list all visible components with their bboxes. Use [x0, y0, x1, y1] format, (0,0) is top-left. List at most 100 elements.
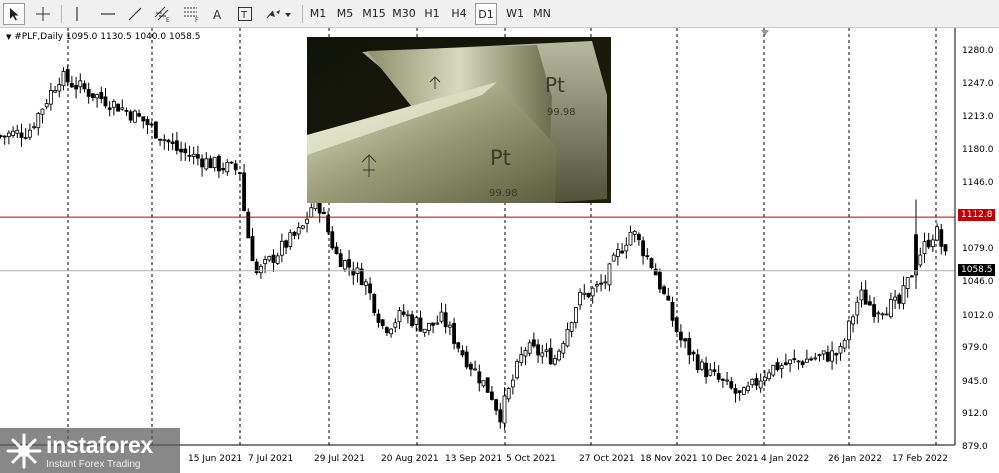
candle-body — [90, 93, 95, 98]
candle-body — [901, 285, 906, 305]
equidistant-channel-icon[interactable]: E — [151, 3, 175, 25]
candle-body — [712, 369, 717, 373]
candle-body — [477, 371, 482, 384]
price-tick-label: 1280.0 — [962, 46, 994, 56]
candle-body — [804, 358, 809, 363]
horizontal-line-icon[interactable] — [97, 3, 119, 25]
platinum-bars-image: Pt 99.98 Pt 99.98 — [307, 37, 611, 203]
crosshair-icon[interactable] — [32, 3, 54, 25]
candle-body — [275, 255, 280, 264]
candle-body — [884, 313, 889, 316]
candle-body — [489, 391, 494, 400]
timeframe-m30-button[interactable]: M30 — [390, 3, 418, 25]
timeframe-h1-button[interactable]: H1 — [420, 3, 444, 25]
date-tick-label: 20 Aug 2021 — [381, 454, 439, 464]
candle-body — [200, 158, 204, 168]
price-tick-label: 879.0 — [962, 442, 988, 452]
candle-body — [305, 218, 309, 224]
candle-body — [506, 388, 511, 400]
candle-body — [229, 161, 234, 164]
candle-body — [250, 236, 255, 262]
candle-body — [557, 350, 561, 361]
candle-body — [695, 354, 700, 371]
candle-body — [788, 359, 792, 364]
candle-body — [699, 361, 704, 370]
candle-body — [607, 263, 612, 286]
candle-body — [666, 295, 671, 301]
candle-body — [561, 343, 566, 354]
date-tick-label: 13 Sep 2021 — [445, 454, 503, 464]
candle-body — [208, 158, 213, 169]
candle-body — [813, 357, 818, 360]
cursor-arrow-icon[interactable] — [3, 3, 25, 25]
candle-body — [334, 246, 339, 255]
candle-body — [851, 316, 855, 325]
candle-body — [662, 286, 666, 295]
candle-body — [594, 284, 599, 287]
svg-text:E: E — [166, 17, 170, 23]
text-box-icon[interactable]: T — [235, 3, 255, 25]
candle-body — [498, 409, 503, 423]
timeframe-mn-button[interactable]: MN — [530, 3, 554, 25]
candle-body — [216, 155, 221, 172]
timeframe-w1-button[interactable]: W1 — [503, 3, 527, 25]
candle-body — [6, 132, 11, 138]
candle-body — [636, 233, 641, 241]
candle-body — [233, 163, 238, 171]
date-tick-label: 10 Dec 2021 — [701, 454, 759, 464]
candle-body — [284, 240, 288, 248]
candle-body — [359, 268, 364, 286]
fibonacci-retracement-icon[interactable]: F — [180, 3, 204, 25]
candle-body — [935, 226, 939, 241]
chart-menu-triangle-icon[interactable]: ▼ — [6, 33, 11, 41]
candle-body — [19, 132, 24, 138]
candle-body — [44, 103, 49, 108]
candle-body — [628, 231, 633, 246]
candle-body — [464, 351, 469, 368]
candle-body — [124, 109, 129, 112]
chart-shift-marker-icon[interactable] — [761, 30, 769, 36]
candle-body — [132, 110, 137, 123]
candle-body — [502, 395, 507, 424]
candle-body — [170, 141, 175, 144]
candle-body — [897, 294, 902, 304]
timeframe-m15-button[interactable]: M15 — [360, 3, 388, 25]
candle-body — [573, 307, 578, 323]
candle-body — [611, 254, 616, 262]
candle-body — [422, 328, 427, 333]
candle-body — [838, 346, 843, 354]
arrow-tools-menu-icon[interactable] — [262, 3, 294, 25]
candle-body — [426, 322, 431, 331]
timeframe-m5-button[interactable]: M5 — [332, 3, 358, 25]
timeframe-d1-button[interactable]: D1 — [475, 3, 497, 25]
chart-toolbar: E F A T M1 M5 M15 M30 H1 H4 D1 W1 MN — [0, 0, 999, 28]
text-label-icon[interactable]: A — [208, 3, 228, 25]
candle-body — [204, 158, 209, 170]
price-tick-label: 979.0 — [962, 343, 988, 354]
candle-body — [78, 80, 83, 88]
candle-body — [767, 372, 771, 380]
candle-body — [880, 313, 885, 316]
candle-body — [750, 378, 755, 386]
candle-body — [166, 139, 171, 143]
vertical-line-icon[interactable] — [67, 3, 87, 25]
candle-body — [288, 232, 293, 247]
candle-body — [552, 357, 557, 365]
date-tick-label: 15 Jun 2021 — [188, 454, 243, 464]
candle-body — [69, 83, 74, 88]
candle-body — [657, 271, 662, 290]
candle-body — [0, 135, 3, 137]
candle-body — [615, 249, 620, 257]
trendline-icon[interactable] — [124, 3, 146, 25]
candle-body — [515, 360, 519, 379]
candle-body — [842, 339, 847, 349]
candle-body — [775, 362, 780, 371]
candle-body — [762, 376, 767, 382]
candle-body — [116, 103, 120, 112]
candle-body — [909, 275, 914, 278]
timeframe-m1-button[interactable]: M1 — [306, 3, 330, 25]
timeframe-h4-button[interactable]: H4 — [446, 3, 472, 25]
candle-body — [338, 253, 343, 268]
candle-body — [342, 260, 347, 270]
candle-body — [111, 101, 116, 108]
